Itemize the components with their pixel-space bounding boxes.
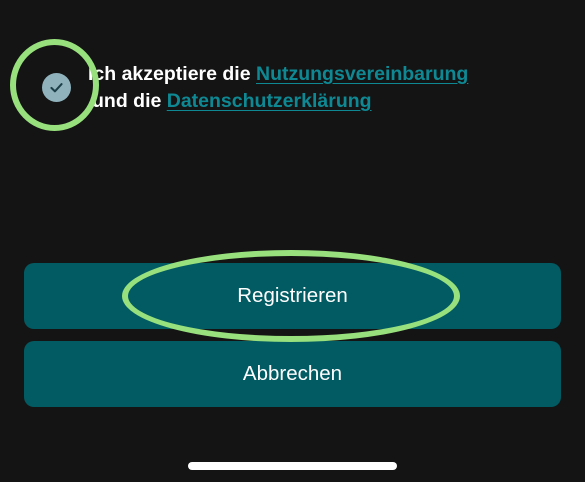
consent-text-part1: Ich akzeptiere die <box>88 63 256 85</box>
consent-text-part2: und die <box>92 90 167 112</box>
register-button[interactable]: Registrieren <box>24 263 561 329</box>
home-indicator <box>188 462 397 470</box>
privacy-link[interactable]: Datenschutzerklärung <box>167 90 372 112</box>
consent-text: Ich akzeptiere die Nutzungsvereinbarung … <box>88 61 568 115</box>
consent-line-1: Ich akzeptiere die Nutzungsvereinbarung <box>88 61 568 88</box>
consent-line-2: und die Datenschutzerklärung <box>92 88 568 115</box>
consent-checkbox[interactable] <box>42 73 71 102</box>
consent-row: Ich akzeptiere die Nutzungsvereinbarung … <box>0 0 585 140</box>
terms-link[interactable]: Nutzungsvereinbarung <box>256 63 468 85</box>
checkmark-icon <box>50 83 63 93</box>
cancel-button[interactable]: Abbrechen <box>24 341 561 407</box>
